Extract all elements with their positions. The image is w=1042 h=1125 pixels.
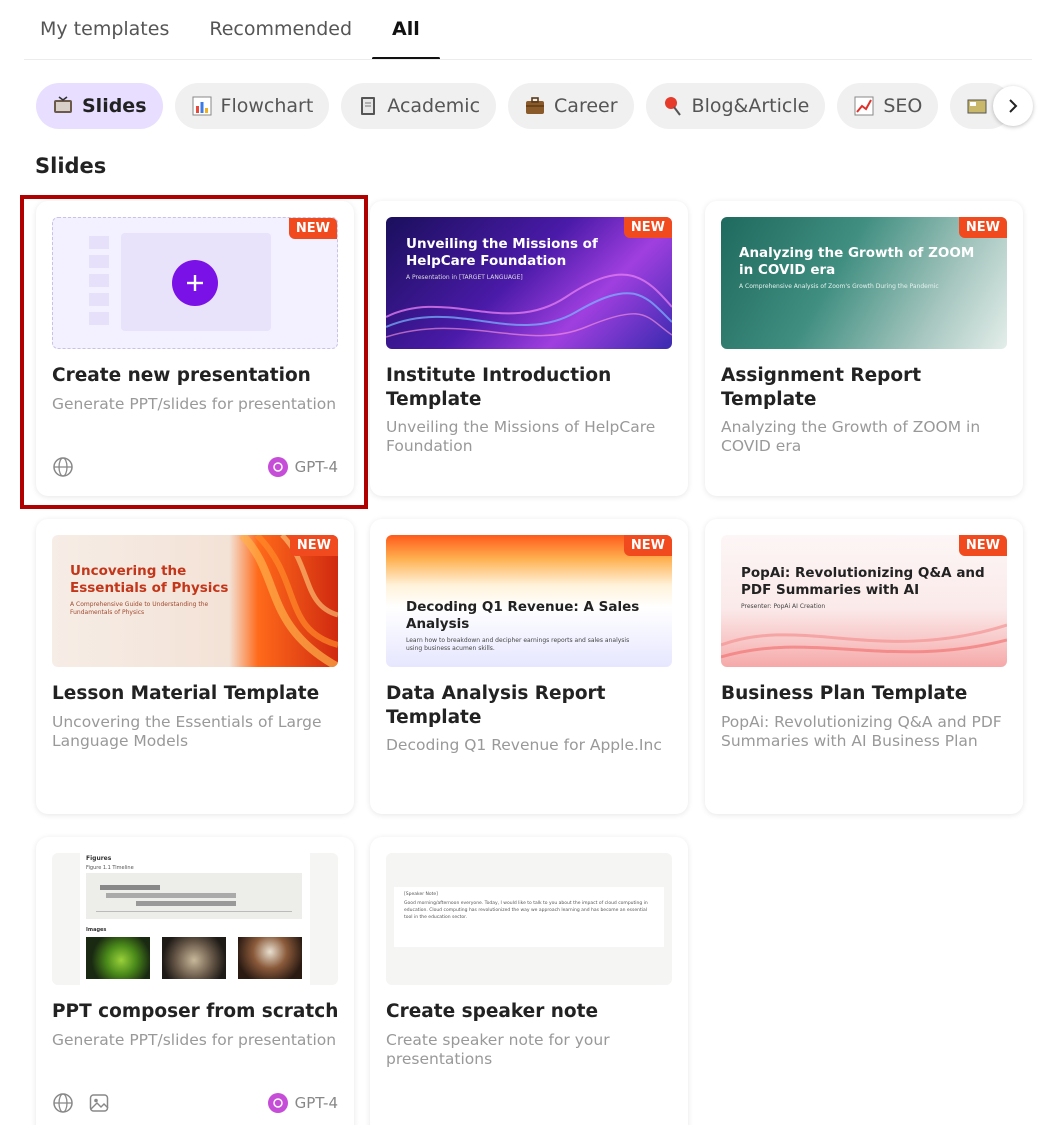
card-title: Business Plan Template xyxy=(721,683,968,704)
card-description: Uncovering the Essentials of Large Langu… xyxy=(52,713,322,750)
thumb-title: Decoding Q1 Revenue: A Sales Analysis xyxy=(406,599,640,632)
bar-chart-icon xyxy=(191,95,213,117)
model-name: GPT-4 xyxy=(294,1094,338,1112)
card-title: PPT composer from scratch xyxy=(52,1001,339,1022)
card-description: Generate PPT/slides for presentation xyxy=(52,1031,337,1049)
chip-slides[interactable]: Slides xyxy=(36,83,163,129)
card-lesson-material[interactable]: Uncovering the Essentials of Physics A C… xyxy=(36,519,354,814)
thumb-heading: Figures xyxy=(86,855,112,862)
card-description: Decoding Q1 Revenue for Apple.Inc xyxy=(386,736,662,754)
thumb-image-chameleon xyxy=(86,937,150,979)
line-chart-icon xyxy=(853,95,875,117)
highlight-box xyxy=(20,195,368,509)
thumb-image-book xyxy=(162,937,226,979)
card-assignment-report[interactable]: Analyzing the Growth of ZOOM in COVID er… xyxy=(705,201,1023,496)
tab-recommended[interactable]: Recommended xyxy=(189,18,372,60)
card-thumbnail: PopAi: Revolutionizing Q&A and PDF Summa… xyxy=(721,535,1007,667)
speaker-note-text: Good morning/afternoon everyone. Today, … xyxy=(404,901,648,920)
thumb-subtitle: Presenter: PopAi AI Creation xyxy=(741,603,826,610)
tab-my-templates[interactable]: My templates xyxy=(20,18,189,60)
chip-label: Academic xyxy=(387,95,481,117)
chip-label: Flowchart xyxy=(220,95,314,117)
card-thumbnail: Figures Figure 1.1 Timeline Images xyxy=(52,853,338,985)
chevron-right-icon xyxy=(1009,99,1018,113)
chip-blog-article[interactable]: Blog&Article xyxy=(645,83,826,129)
card-title: Lesson Material Template xyxy=(52,683,320,704)
card-thumbnail: Decoding Q1 Revenue: A Sales Analysis Le… xyxy=(386,535,672,667)
card-business-plan[interactable]: PopAi: Revolutionizing Q&A and PDF Summa… xyxy=(705,519,1023,814)
new-badge: NEW xyxy=(958,535,1007,556)
thumb-caption: Figure 1.1 Timeline xyxy=(86,865,134,871)
card-thumbnail: [Speaker Note] Good morning/afternoon ev… xyxy=(386,853,672,985)
card-create-speaker-note[interactable]: [Speaker Note] Good morning/afternoon ev… xyxy=(370,837,688,1125)
card-title: Assignment Report Template xyxy=(721,365,922,410)
chips-next-button[interactable] xyxy=(993,86,1033,126)
image-icon xyxy=(89,1094,109,1112)
card-title: Create speaker note xyxy=(386,1001,599,1022)
tabs-divider xyxy=(24,59,1032,60)
card-description: Unveiling the Missions of HelpCare Found… xyxy=(386,418,656,455)
briefcase-icon xyxy=(524,95,546,117)
speaker-note-box: [Speaker Note] Good morning/afternoon ev… xyxy=(394,887,664,947)
thumb-image-room xyxy=(238,937,302,979)
tab-all[interactable]: All xyxy=(372,18,440,60)
card-thumbnail: Uncovering the Essentials of Physics A C… xyxy=(52,535,338,667)
speaker-note-label: [Speaker Note] xyxy=(404,892,438,897)
model-label: GPT-4 xyxy=(267,1093,338,1113)
category-chips: Slides Flowchart Academic Career Blog&Ar… xyxy=(36,83,1032,129)
chip-seo[interactable]: SEO xyxy=(837,83,939,129)
timeline-figure xyxy=(86,873,302,919)
chip-career[interactable]: Career xyxy=(508,83,634,129)
thumb-title: Analyzing the Growth of ZOOM in COVID er… xyxy=(739,245,975,278)
openai-icon xyxy=(267,1093,288,1113)
thumb-subtitle: A Comprehensive Analysis of Zoom's Growt… xyxy=(739,283,939,290)
chip-academic[interactable]: Academic xyxy=(341,83,497,129)
card-title: Data Analysis Report Template xyxy=(386,683,606,728)
card-institute-introduction[interactable]: Unveiling the Missions of HelpCare Found… xyxy=(370,201,688,496)
chip-label: Slides xyxy=(82,95,147,117)
card-ppt-composer[interactable]: Figures Figure 1.1 Timeline Images PPT c… xyxy=(36,837,354,1125)
thumb-images-label: Images xyxy=(86,927,107,933)
chip-label: SEO xyxy=(883,95,923,117)
card-thumbnail: Unveiling the Missions of HelpCare Found… xyxy=(386,217,672,349)
new-badge: NEW xyxy=(958,217,1007,238)
section-title: Slides xyxy=(35,154,107,178)
card-description: PopAi: Revolutionizing Q&A and PDF Summa… xyxy=(721,713,1002,750)
card-title: Institute Introduction Template xyxy=(386,365,612,410)
card-description: Create speaker note for your presentatio… xyxy=(386,1031,610,1068)
board-icon xyxy=(966,95,988,117)
thumb-subtitle: A Comprehensive Guide to Understanding t… xyxy=(70,601,209,616)
thumb-subtitle: Learn how to breakdown and decipher earn… xyxy=(406,637,630,652)
thumb-title: Uncovering the Essentials of Physics xyxy=(70,563,229,596)
chip-label: Blog&Article xyxy=(691,95,810,117)
card-data-analysis-report[interactable]: Decoding Q1 Revenue: A Sales Analysis Le… xyxy=(370,519,688,814)
new-badge: NEW xyxy=(623,217,672,238)
thumb-title: PopAi: Revolutionizing Q&A and PDF Summa… xyxy=(741,565,985,598)
chip-label: Career xyxy=(554,95,618,117)
new-badge: NEW xyxy=(623,535,672,556)
chip-flowchart[interactable]: Flowchart xyxy=(174,83,330,129)
card-description: Analyzing the Growth of ZOOM in COVID er… xyxy=(721,418,981,455)
thumb-title: Unveiling the Missions of HelpCare Found… xyxy=(406,236,598,269)
presentation-icon xyxy=(52,95,74,117)
card-thumbnail: Analyzing the Growth of ZOOM in COVID er… xyxy=(721,217,1007,349)
globe-icon xyxy=(53,1093,73,1113)
template-tabs: My templates Recommended All xyxy=(20,18,440,62)
new-badge: NEW xyxy=(289,535,338,556)
card-footer: GPT-4 xyxy=(52,1092,338,1114)
pin-icon xyxy=(662,95,684,117)
thumb-subtitle: A Presentation in [TARGET LANGUAGE] xyxy=(406,274,523,281)
notebook-icon xyxy=(357,95,379,117)
